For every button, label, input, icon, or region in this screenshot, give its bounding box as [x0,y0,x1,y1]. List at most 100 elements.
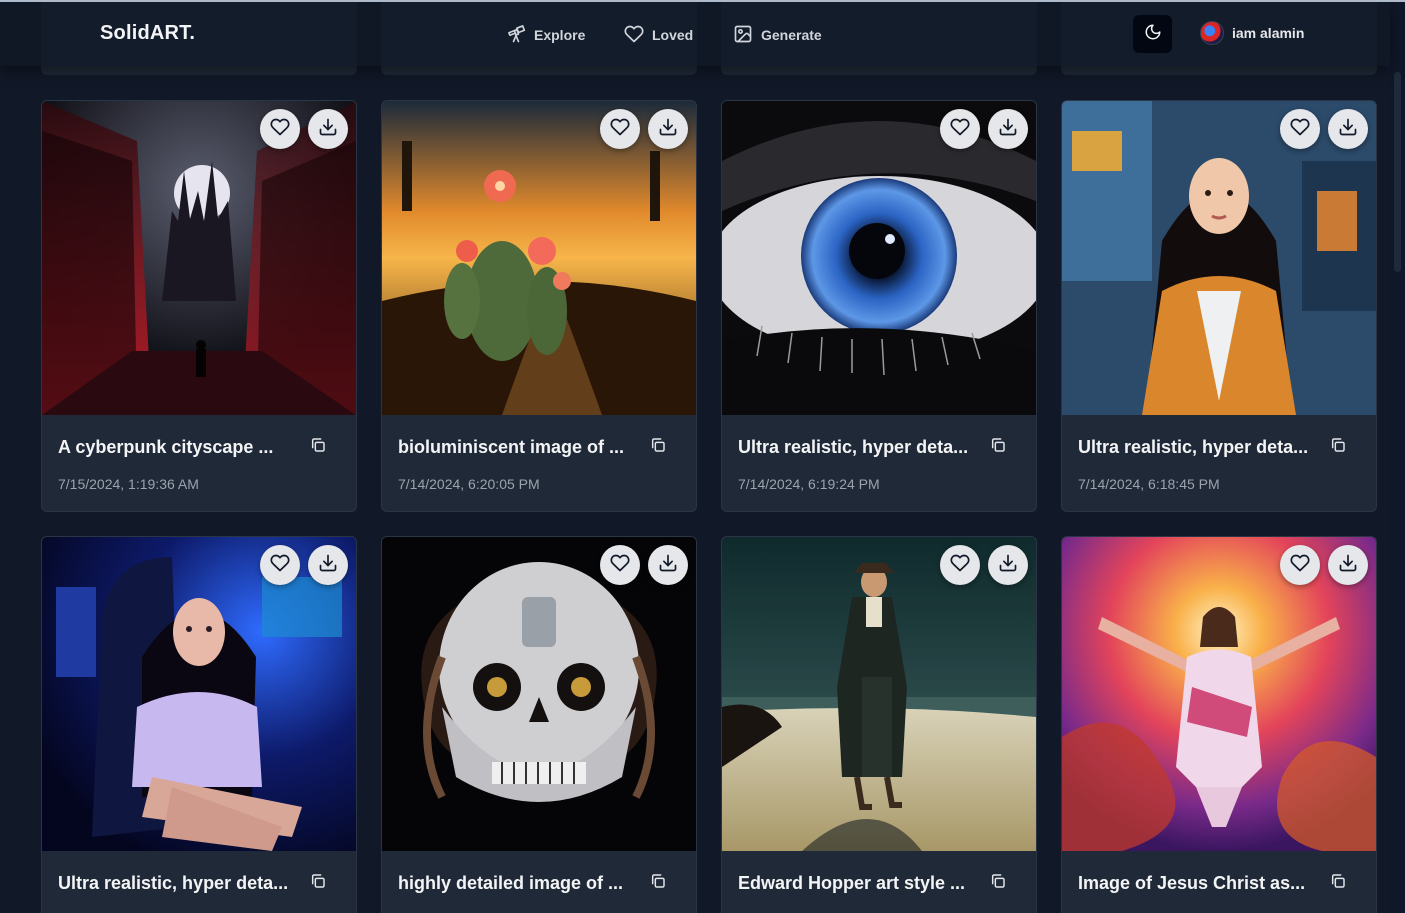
card-title-row: A cyberpunk cityscape ... [58,435,342,459]
download-button[interactable] [308,109,348,149]
gallery-card: A cyberpunk cityscape ... 7/15/2024, 1:1… [41,100,357,512]
scrollbar-thumb[interactable] [1394,72,1401,272]
card-title: highly detailed image of ... [398,872,624,893]
copy-icon [1330,437,1346,458]
card-image[interactable] [382,537,696,851]
copy-prompt-button[interactable] [646,871,670,895]
heart-icon [950,117,970,142]
copy-icon [1330,873,1346,894]
copy-icon [650,437,666,458]
download-icon [318,117,338,142]
card-title: Edward Hopper art style ... [738,872,966,893]
heart-icon [1290,117,1310,142]
download-button[interactable] [1328,545,1368,585]
heart-icon [610,553,630,578]
download-icon [998,553,1018,578]
copy-prompt-button[interactable] [306,871,330,895]
card-image[interactable] [722,537,1036,851]
copy-prompt-button[interactable] [986,871,1010,895]
card-title-row: Image of Jesus Christ as... [1078,871,1362,895]
download-button[interactable] [308,545,348,585]
copy-prompt-button[interactable] [1326,435,1350,459]
love-button[interactable] [600,545,640,585]
card-title-row: Ultra realistic, hyper deta... [738,435,1022,459]
download-button[interactable] [648,109,688,149]
card-title: Ultra realistic, hyper deta... [1078,436,1309,457]
telescope-icon [506,24,526,47]
theme-toggle-button[interactable] [1133,15,1172,53]
card-image[interactable] [1062,101,1376,415]
card-date: 7/14/2024, 6:19:24 PM [738,476,880,492]
love-button[interactable] [940,109,980,149]
card-date: 7/15/2024, 1:19:36 AM [58,476,199,492]
love-button[interactable] [940,545,980,585]
avatar [1200,21,1224,45]
gallery-card: Ultra realistic, hyper deta... 7/14/2024… [1061,100,1377,512]
user-menu[interactable]: iam alamin [1200,21,1304,45]
download-icon [1338,117,1358,142]
copy-icon [310,437,326,458]
download-button[interactable] [1328,109,1368,149]
gallery-card: Image of Jesus Christ as... [1061,536,1377,913]
nav-explore[interactable]: Explore [506,24,585,46]
gallery-card: Ultra realistic, hyper deta... 7/14/2024… [721,100,1037,512]
card-image[interactable] [42,537,356,851]
copy-icon [650,873,666,894]
gallery-card: bioluminiscent image of ... 7/14/2024, 6… [381,100,697,512]
nav-generate[interactable]: Generate [733,24,822,46]
copy-icon [990,873,1006,894]
heart-icon [1290,553,1310,578]
heart-icon [950,553,970,578]
nav-loved[interactable]: Loved [624,24,693,46]
card-title-row: Ultra realistic, hyper deta... [1078,435,1362,459]
card-title: Ultra realistic, hyper deta... [738,436,969,457]
love-button[interactable] [600,109,640,149]
nav-generate-label: Generate [761,27,822,43]
card-image[interactable] [1062,537,1376,851]
love-button[interactable] [1280,109,1320,149]
nav-explore-label: Explore [534,27,586,43]
card-title: bioluminiscent image of ... [398,436,625,457]
card-image[interactable] [42,101,356,415]
copy-prompt-button[interactable] [306,435,330,459]
gallery-card: Ultra realistic, hyper deta... [41,536,357,913]
love-button[interactable] [260,109,300,149]
love-button[interactable] [260,545,300,585]
download-button[interactable] [988,545,1028,585]
download-button[interactable] [648,545,688,585]
copy-icon [310,873,326,894]
card-title-row: Ultra realistic, hyper deta... [58,871,342,895]
image-icon [733,24,753,47]
heart-icon [610,117,630,142]
copy-icon [990,437,1006,458]
card-date: 7/14/2024, 6:18:45 PM [1078,476,1220,492]
gallery-card: Edward Hopper art style ... [721,536,1037,913]
copy-prompt-button[interactable] [646,435,670,459]
download-icon [658,117,678,142]
card-title: A cyberpunk cityscape ... [58,436,274,457]
user-name: iam alamin [1232,25,1305,41]
card-date: 7/14/2024, 6:20:05 PM [398,476,540,492]
card-title: Image of Jesus Christ as... [1078,872,1306,893]
copy-prompt-button[interactable] [1326,871,1350,895]
moon-icon [1144,23,1162,46]
card-title-row: Edward Hopper art style ... [738,871,1022,895]
heart-icon [624,24,644,47]
card-title-row: bioluminiscent image of ... [398,435,682,459]
brand-logo[interactable]: SolidART. [100,22,195,45]
card-image[interactable] [722,101,1036,415]
card-title-row: highly detailed image of ... [398,871,682,895]
nav-loved-label: Loved [652,27,694,43]
download-icon [658,553,678,578]
download-icon [998,117,1018,142]
navbar: SolidART. Explore Loved Generate iam ala… [0,2,1390,66]
heart-icon [270,553,290,578]
page-scrollbar[interactable] [1390,2,1405,913]
love-button[interactable] [1280,545,1320,585]
copy-prompt-button[interactable] [986,435,1010,459]
card-title: Ultra realistic, hyper deta... [58,872,289,893]
download-icon [318,553,338,578]
card-image[interactable] [382,101,696,415]
page-viewport: SolidART. Explore Loved Generate iam ala… [0,2,1405,913]
download-button[interactable] [988,109,1028,149]
